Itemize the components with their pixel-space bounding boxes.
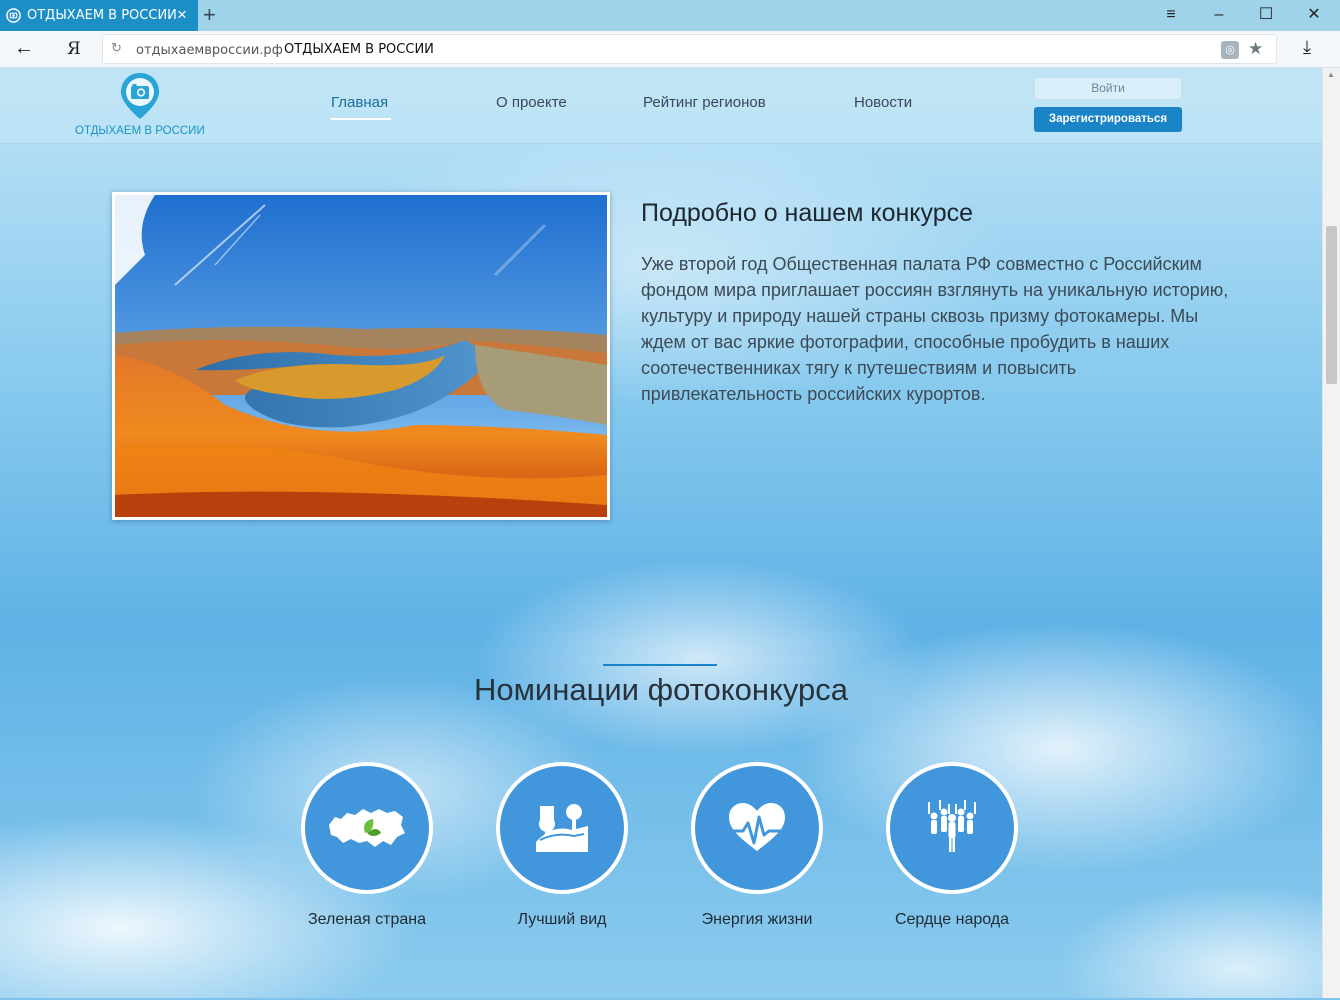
- nominations-title: Номинации фотоконкурса: [473, 672, 849, 707]
- russia-map-leaf-icon: [329, 809, 405, 847]
- page-scrollbar[interactable]: ▲: [1322, 68, 1340, 998]
- login-button[interactable]: Войти: [1034, 77, 1182, 100]
- landscape-trees-icon: [536, 804, 588, 852]
- nomination-circle[interactable]: [496, 762, 628, 894]
- address-bar: ← Я ↻ отдыхаемвроссии.рф ОТДЫХАЕМ В РОСС…: [0, 31, 1340, 68]
- url-domain: отдыхаемвроссии.рф: [136, 43, 283, 58]
- menu-icon[interactable]: ≡: [1159, 4, 1183, 26]
- back-arrow-icon[interactable]: ←: [14, 37, 34, 60]
- new-tab-icon[interactable]: +: [203, 3, 216, 27]
- nomination-label: Лучший вид: [517, 911, 607, 928]
- close-window-icon[interactable]: ✕: [1302, 4, 1326, 26]
- nomination-label: Сердце народа: [894, 911, 1010, 928]
- site-logo[interactable]: ОТДЫХАЕМ В РОССИИ: [75, 71, 215, 141]
- autumn-river-landscape-image: [115, 195, 607, 517]
- maximize-icon[interactable]: ☐: [1254, 4, 1278, 26]
- contest-photo: [112, 192, 610, 520]
- heart-pulse-icon: [729, 803, 785, 851]
- camera-pin-icon: [121, 73, 159, 119]
- nav-regions-rating[interactable]: Рейтинг регионов: [643, 94, 766, 111]
- nomination-circle[interactable]: [691, 762, 823, 894]
- nomination-circle[interactable]: [301, 762, 433, 894]
- nomination-circle[interactable]: [886, 762, 1018, 894]
- about-text: Уже второй год Общественная палата РФ со…: [641, 254, 1229, 404]
- tab-close-icon[interactable]: ×: [177, 5, 187, 25]
- scrollbar-thumb[interactable]: [1326, 226, 1337, 384]
- site-favicon-icon: [6, 8, 21, 23]
- reload-icon[interactable]: ↻: [111, 40, 122, 56]
- url-page-title: ОТДЫХАЕМ В РОССИИ: [284, 42, 434, 57]
- register-button[interactable]: Зарегистрироваться: [1034, 107, 1182, 132]
- url-field[interactable]: ↻ отдыхаемвроссии.рф ОТДЫХАЕМ В РОССИИ ◎…: [102, 34, 1277, 64]
- tab-title: ОТДЫХАЕМ В РОССИИ: [27, 8, 177, 23]
- nav-about[interactable]: О проекте: [496, 94, 567, 111]
- bookmark-star-icon[interactable]: ★: [1248, 39, 1263, 59]
- nomination-label: Энергия жизни: [701, 911, 813, 928]
- minimize-icon[interactable]: –: [1207, 4, 1231, 26]
- logo-text: ОТДЫХАЕМ В РОССИИ: [75, 125, 205, 137]
- browser-tabbar: ОТДЫХАЕМ В РОССИИ × + ≡ – ☐ ✕: [0, 0, 1340, 31]
- nav-news[interactable]: Новости: [854, 94, 912, 111]
- browser-tab[interactable]: ОТДЫХАЕМ В РОССИИ ×: [0, 0, 198, 31]
- protect-shield-icon[interactable]: ◎: [1221, 41, 1239, 59]
- nav-home[interactable]: Главная: [331, 94, 388, 111]
- about-title: Подробно о нашем конкурсе: [641, 199, 974, 227]
- scroll-up-arrow-icon[interactable]: ▲: [1327, 70, 1335, 79]
- nomination-label: Зеленая страна: [308, 911, 426, 928]
- nav-active-underline: [331, 118, 391, 120]
- section-divider: [603, 664, 717, 666]
- download-icon[interactable]: ⤓: [1303, 37, 1311, 58]
- yandex-button[interactable]: Я: [67, 39, 81, 59]
- page-viewport: ОТДЫХАЕМ В РОССИИ Главная О проекте Рейт…: [0, 68, 1322, 998]
- crowd-people-icon: [928, 800, 976, 852]
- site-header: ОТДЫХАЕМ В РОССИИ Главная О проекте Рейт…: [0, 68, 1322, 144]
